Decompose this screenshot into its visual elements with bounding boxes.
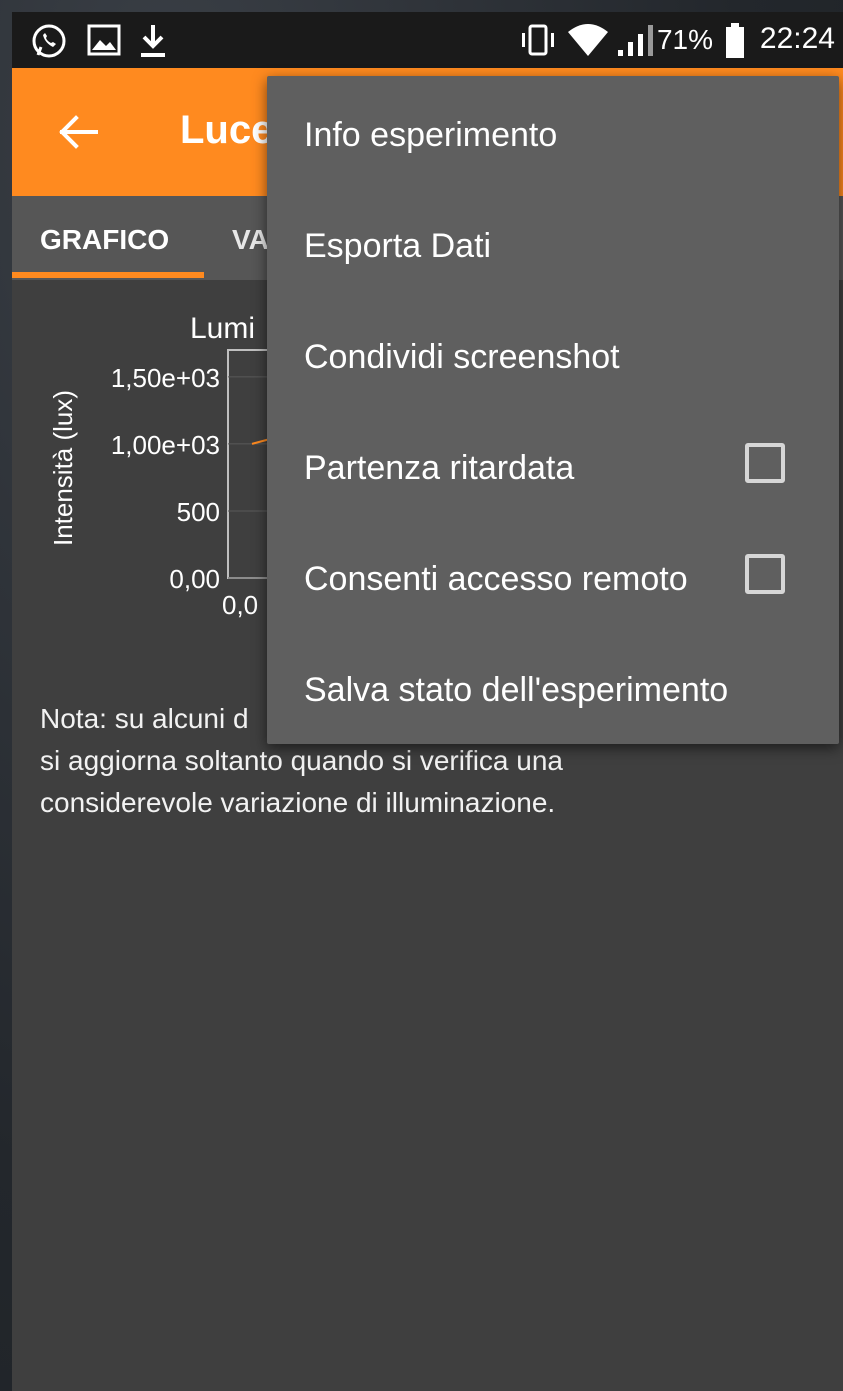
- tab-grafico[interactable]: GRAFICO: [40, 224, 169, 256]
- battery-icon: [726, 23, 744, 58]
- menu-item-info-esperimento[interactable]: Info esperimento: [267, 78, 839, 189]
- chart-y-axis-label: Intensità (lux): [48, 390, 78, 546]
- menu-item-label: Esporta Dati: [304, 227, 492, 265]
- status-bar: 71% 22:24: [12, 12, 843, 68]
- y-tick-label: 500: [177, 497, 220, 527]
- menu-item-label: Salva stato dell'esperimento: [304, 671, 729, 709]
- consenti-accesso-remoto-checkbox[interactable]: [745, 554, 785, 594]
- y-tick-label: 1,00e+03: [111, 430, 220, 460]
- note-line-2: si aggiorna soltanto quando si verifica …: [40, 745, 564, 776]
- menu-item-label: Consenti accesso remoto: [304, 560, 688, 598]
- arrow-left-icon[interactable]: [56, 110, 100, 154]
- vibrate-icon: [522, 24, 554, 56]
- screen: 71% 22:24 Luce GRAFICO VA Lumi Intensità…: [0, 0, 843, 1391]
- whatsapp-icon: [32, 24, 66, 58]
- menu-item-esporta-dati[interactable]: Esporta Dati: [267, 189, 839, 300]
- menu-item-condividi-screenshot[interactable]: Condividi screenshot: [267, 300, 839, 411]
- battery-percent: 71%: [656, 24, 713, 55]
- page-title: Luce: [180, 108, 274, 152]
- menu-item-partenza-ritardata[interactable]: Partenza ritardata: [267, 411, 839, 522]
- chart-title: Lumi: [190, 312, 255, 345]
- x-tick-label: 0,0: [222, 590, 258, 620]
- menu-item-consenti-accesso-remoto[interactable]: Consenti accesso remoto: [267, 522, 839, 633]
- overflow-menu: Info esperimento Esporta Dati Condividi …: [267, 76, 839, 744]
- image-icon: [87, 24, 121, 56]
- menu-item-label: Partenza ritardata: [304, 449, 575, 487]
- y-tick-label: 1,50e+03: [111, 363, 220, 393]
- tab-indicator: [12, 272, 204, 278]
- tab-valori[interactable]: VA: [232, 224, 269, 256]
- signal-icon: [618, 25, 653, 56]
- y-tick-label: 0,00: [169, 564, 220, 594]
- wifi-icon: [568, 24, 608, 56]
- menu-item-label: Info esperimento: [304, 116, 558, 154]
- clock: 22:24: [759, 22, 835, 55]
- download-icon: [141, 25, 165, 57]
- menu-item-label: Condividi screenshot: [304, 338, 620, 376]
- menu-item-salva-stato[interactable]: Salva stato dell'esperimento: [267, 633, 839, 744]
- partenza-ritardata-checkbox[interactable]: [745, 443, 785, 483]
- note-line-3: considerevole variazione di illuminazion…: [40, 787, 556, 818]
